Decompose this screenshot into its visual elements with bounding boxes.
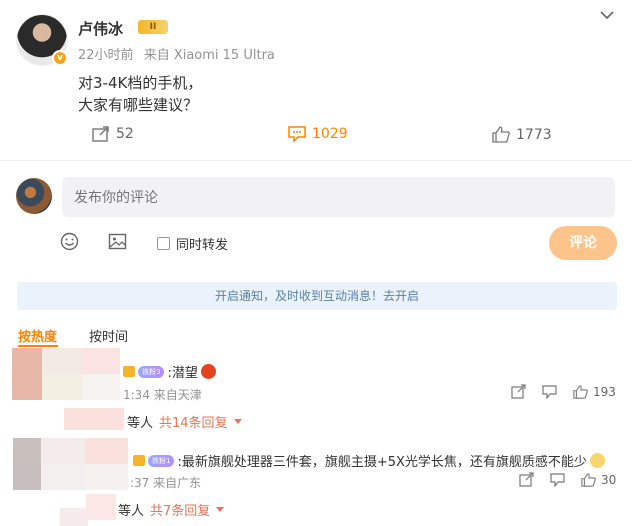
post-body: 对3-4K档的手机， 大家有哪些建议？ — [78, 72, 202, 116]
tab-sort-by-time[interactable]: 按时间 — [89, 326, 128, 345]
more-options-chevron-icon[interactable] — [600, 10, 614, 20]
more-replies-link[interactable]: 共7条回复 — [150, 500, 210, 519]
forward-checkbox[interactable] — [157, 237, 170, 250]
comment-like-button[interactable]: 193 — [573, 385, 616, 399]
thumbs-up-icon — [581, 472, 596, 487]
crown-icon — [123, 366, 135, 377]
comment-input[interactable] — [62, 177, 615, 217]
comment-like-count: 193 — [593, 384, 616, 399]
emoji-icon — [589, 453, 605, 468]
comment-count: 1029 — [312, 126, 348, 142]
author-name[interactable]: 卢伟冰 — [78, 18, 123, 39]
reply-summary[interactable]: 等人 共14条回复 — [127, 412, 242, 431]
tab-sort-by-hot[interactable]: 按热度 — [18, 326, 57, 345]
replier-name-blurred — [64, 408, 124, 430]
image-icon[interactable] — [108, 232, 127, 251]
emoji-icon[interactable] — [60, 232, 79, 251]
comment-header: 铁粉1 :最新旗舰处理器三件套，旗舰主摄+5X光学长焦，还有旗舰质感不能少 — [133, 451, 605, 470]
current-user-avatar[interactable] — [16, 178, 52, 214]
post-source: 来自 Xiaomi 15 Ultra — [143, 48, 275, 63]
emoji-icon — [200, 364, 216, 379]
comment-text: :潜望 — [167, 366, 198, 381]
forward-label: 同时转发 — [176, 238, 229, 253]
repost-button[interactable]: 52 — [92, 126, 134, 142]
post-meta: 22小时前 来自 Xiaomi 15 Ultra — [78, 44, 275, 63]
divider — [0, 160, 632, 161]
chevron-down-icon — [216, 507, 225, 512]
comment-like-count: 30 — [601, 472, 617, 487]
comment-button[interactable]: 1029 — [288, 126, 348, 142]
comment-meta: :37 来自广东 — [130, 476, 202, 490]
reply-icon[interactable] — [542, 384, 557, 399]
active-tab-indicator — [18, 345, 58, 347]
fan-badge[interactable]: 铁粉1 — [148, 454, 175, 467]
like-count: 1773 — [516, 126, 552, 143]
post-text-line: 大家有哪些建议？ — [78, 96, 199, 114]
member-level-badge[interactable]: II — [138, 20, 168, 34]
comment-meta: 1:34 来自天津 — [123, 388, 202, 402]
thumbs-up-icon — [492, 126, 510, 143]
chevron-down-icon — [233, 419, 242, 424]
comment-actions: 30 — [519, 472, 616, 487]
replier-name-blurred — [86, 494, 116, 520]
replier-name-blurred — [60, 508, 88, 526]
verified-badge-icon: v — [52, 50, 68, 66]
submit-comment-button[interactable]: 评论 — [549, 226, 617, 260]
repost-icon — [92, 126, 110, 142]
reply-summary[interactable]: 等人 共7条回复 — [118, 500, 225, 519]
commenter-avatar-blurred[interactable] — [12, 348, 120, 400]
forward-toggle[interactable]: 同时转发 — [157, 234, 228, 253]
comment-actions: 193 — [511, 384, 616, 399]
post-time[interactable]: 22小时前 — [78, 48, 134, 63]
fan-badge[interactable]: 铁粉3 — [138, 365, 165, 378]
repost-count: 52 — [116, 126, 134, 142]
like-button[interactable]: 1773 — [492, 126, 552, 143]
reply-icon[interactable] — [550, 472, 565, 487]
comment-icon — [288, 126, 306, 142]
post-text-line: 对3-4K档的手机， — [78, 74, 203, 92]
comment-like-button[interactable]: 30 — [581, 473, 616, 487]
crown-icon — [133, 455, 145, 466]
commenter-avatar-blurred[interactable] — [13, 438, 128, 490]
reply-prefix: 等人 — [118, 504, 145, 519]
share-icon[interactable] — [519, 472, 534, 487]
share-icon[interactable] — [511, 384, 526, 399]
thumbs-up-icon — [573, 384, 588, 399]
notification-banner[interactable]: 开启通知，及时收到互动消息！去开启 — [17, 282, 617, 310]
reply-prefix: 等人 — [127, 416, 154, 431]
comment-text: :最新旗舰处理器三件套，旗舰主摄+5X光学长焦，还有旗舰质感不能少 — [177, 455, 587, 470]
comment-header: 铁粉3 :潜望 — [123, 362, 216, 381]
more-replies-link[interactable]: 共14条回复 — [159, 412, 228, 431]
